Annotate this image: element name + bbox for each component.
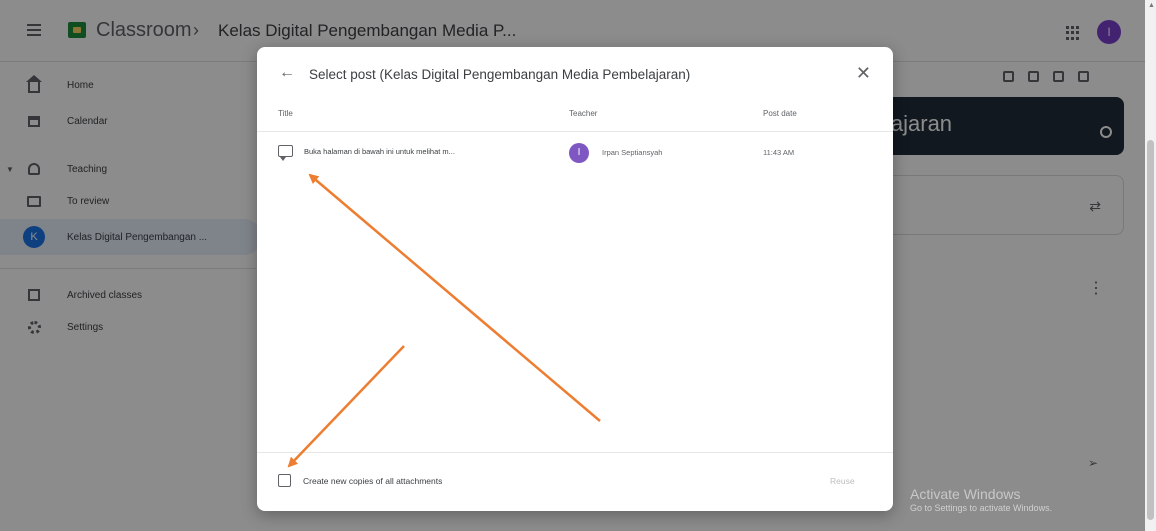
column-header-date: Post date	[763, 109, 797, 118]
footer-divider	[257, 452, 893, 453]
scroll-up-icon[interactable]: ▲	[1148, 2, 1155, 9]
close-icon[interactable]: ✕	[856, 64, 871, 82]
post-row[interactable]: Buka halaman di bawah ini untuk melihat …	[257, 139, 893, 169]
dialog-title: Select post (Kelas Digital Pengembangan …	[309, 67, 691, 82]
checkbox-label: Create new copies of all attachments	[303, 476, 443, 486]
post-title: Buka halaman di bawah ini untuk melihat …	[304, 147, 455, 156]
windows-watermark-subtitle: Go to Settings to activate Windows.	[910, 503, 1053, 513]
scrollbar[interactable]: ▲	[1145, 0, 1156, 531]
column-header-teacher: Teacher	[569, 109, 598, 118]
back-arrow-icon[interactable]: ←	[279, 64, 295, 82]
teacher-avatar: I	[569, 143, 589, 163]
post-date: 11:43 AM	[763, 148, 795, 157]
teacher-name: Irpan Septiansyah	[602, 148, 663, 157]
column-header-title: Title	[278, 109, 293, 118]
copy-attachments-checkbox[interactable]	[278, 474, 291, 487]
scroll-thumb[interactable]	[1147, 140, 1154, 520]
windows-watermark-title: Activate Windows	[910, 486, 1021, 502]
reuse-button[interactable]: Reuse	[830, 476, 855, 486]
announcement-icon	[278, 145, 293, 161]
header-divider	[257, 131, 893, 132]
select-post-dialog: ← Select post (Kelas Digital Pengembanga…	[257, 47, 893, 511]
